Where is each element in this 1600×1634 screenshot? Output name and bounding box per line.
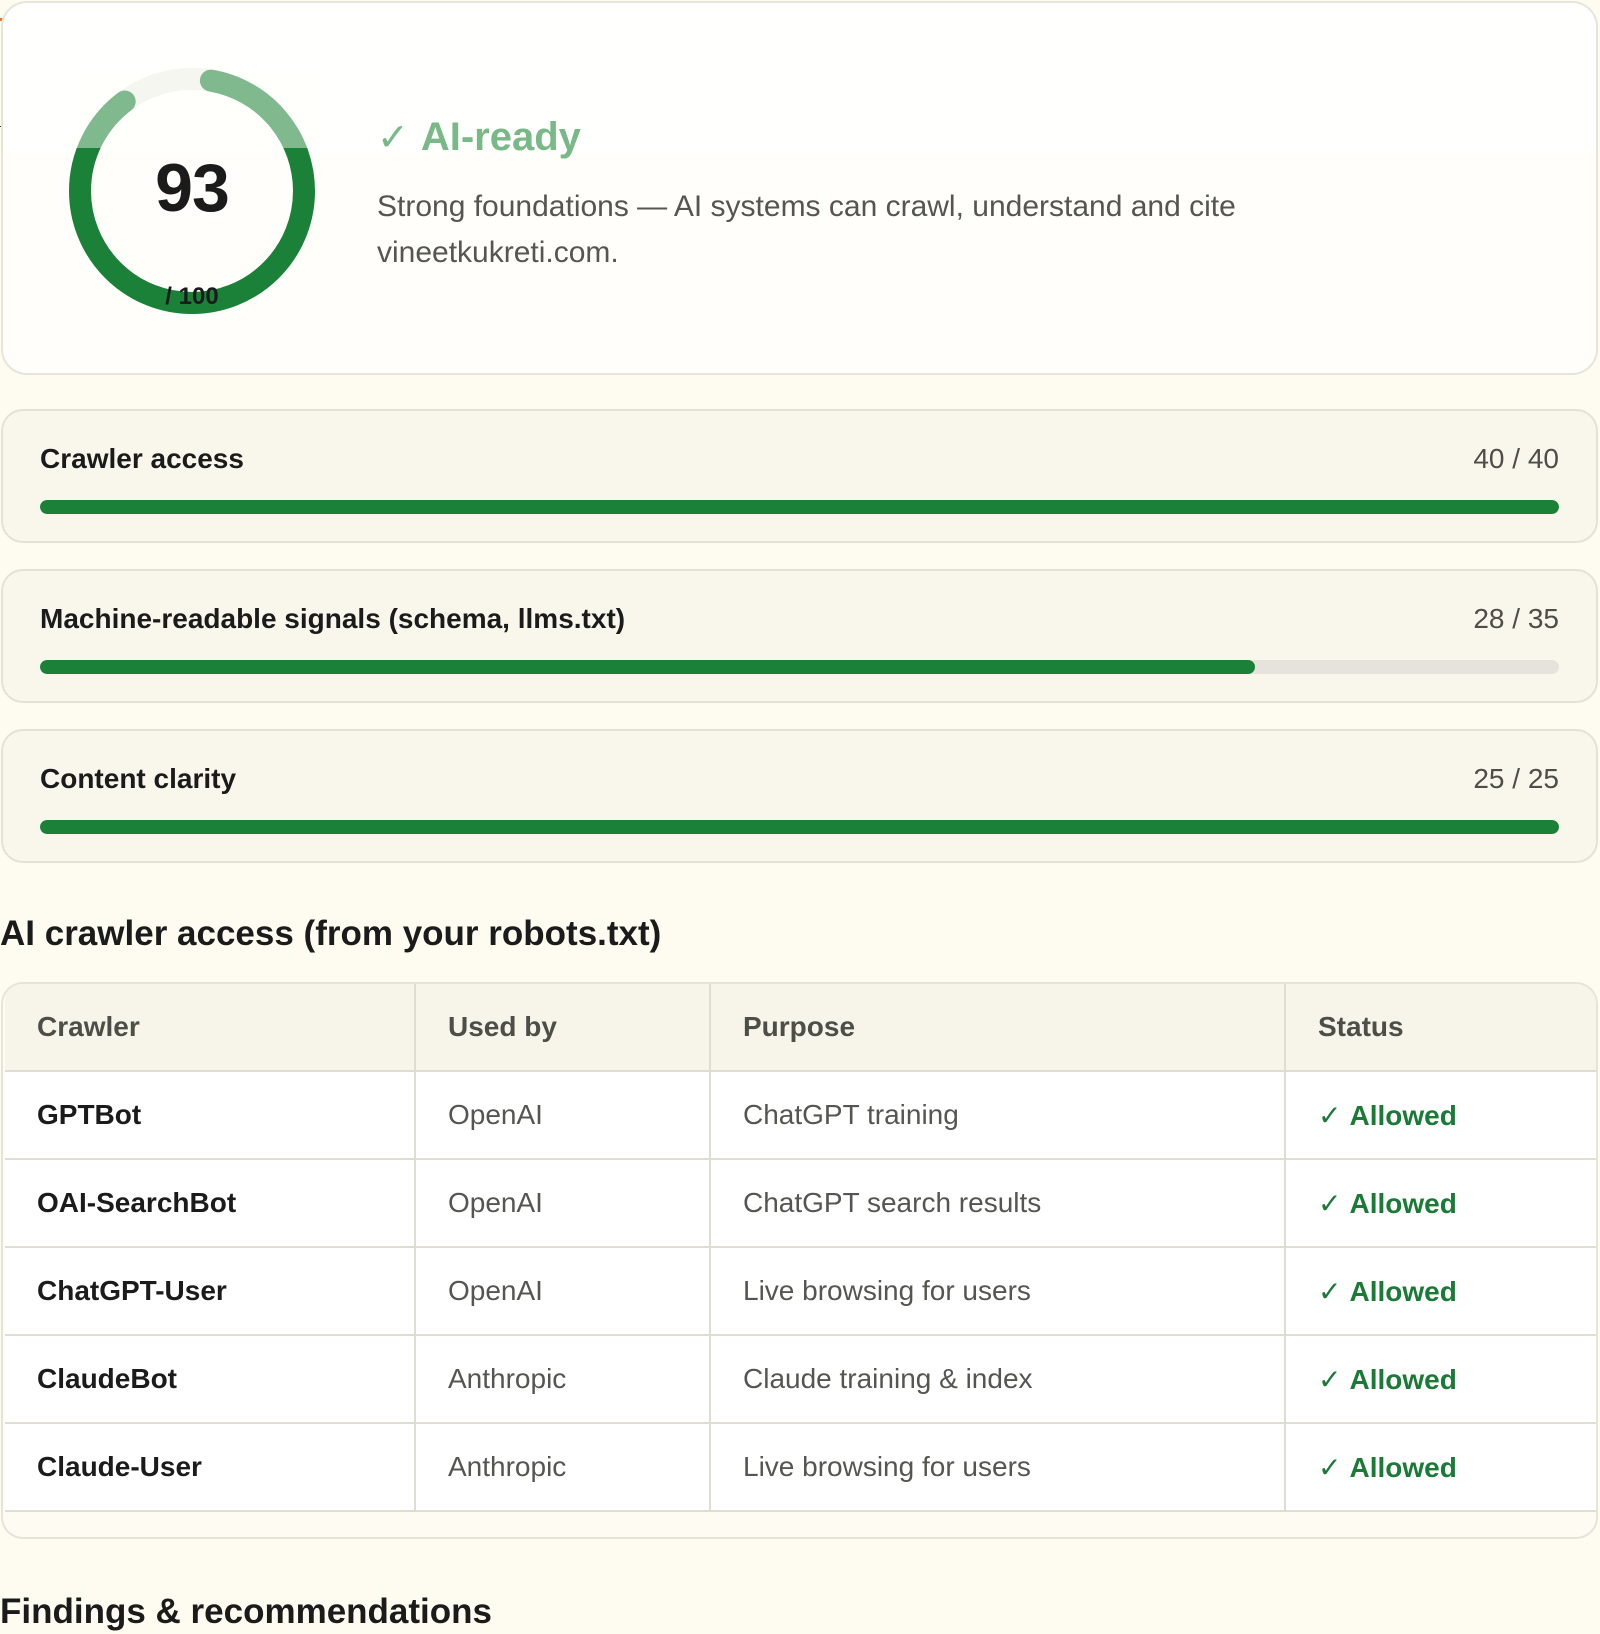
metric-progress-track <box>40 500 1559 514</box>
metric-progress-fill <box>40 820 1559 834</box>
check-icon: ✓ <box>377 116 409 159</box>
crawler-table: Crawler Used by Purpose Status GPTBot Op… <box>5 984 1596 1512</box>
metric-progress-fill <box>40 500 1559 514</box>
check-icon: ✓ <box>1318 1187 1342 1219</box>
check-icon: ✓ <box>1318 1451 1342 1483</box>
check-icon: ✓ <box>1318 1099 1342 1131</box>
check-icon: ✓ <box>1318 1363 1342 1395</box>
crawler-name: ChatGPT-User <box>5 1246 416 1336</box>
crawler-used-by: Anthropic <box>414 1334 711 1424</box>
verdict-heading: ✓ AI-ready <box>377 115 581 160</box>
findings-section-title: Findings & recommendations <box>0 1592 492 1631</box>
column-header-used-by: Used by <box>414 984 711 1072</box>
check-icon: ✓ <box>1318 1275 1342 1307</box>
table-row: Claude-User Anthropic Live browsing for … <box>5 1422 1596 1512</box>
crawler-purpose: Claude training & index <box>709 1334 1286 1424</box>
metric-card-crawler-access: Crawler access 40 / 40 <box>1 409 1598 543</box>
column-header-status: Status <box>1284 984 1596 1072</box>
table-header-row: Crawler Used by Purpose Status <box>5 984 1596 1072</box>
metric-score: 28 / 35 <box>1473 603 1559 634</box>
column-header-purpose: Purpose <box>709 984 1286 1072</box>
metric-label: Machine-readable signals (schema, llms.t… <box>40 603 626 634</box>
crawler-status: ✓ Allowed <box>1284 1158 1596 1248</box>
crawler-name: ClaudeBot <box>5 1334 416 1424</box>
metric-label: Crawler access <box>40 443 244 474</box>
metric-card-content-clarity: Content clarity 25 / 25 <box>1 729 1598 863</box>
crawler-used-by: OpenAI <box>414 1158 711 1248</box>
crawler-purpose: Live browsing for users <box>709 1246 1286 1336</box>
crawler-section-title: AI crawler access (from your robots.txt) <box>0 914 662 953</box>
crawler-purpose: Live browsing for users <box>709 1422 1286 1512</box>
crawler-used-by: OpenAI <box>414 1246 711 1336</box>
crawler-status: ✓ Allowed <box>1284 1422 1596 1512</box>
status-label: Allowed <box>1349 1187 1457 1219</box>
table-row: ClaudeBot Anthropic Claude training & in… <box>5 1334 1596 1424</box>
metric-progress-fill <box>40 660 1256 674</box>
report-page: 93 / 100 ✓ AI-ready Strong foundations —… <box>0 0 1600 1634</box>
crawler-status: ✓ Allowed <box>1284 1246 1596 1336</box>
column-header-crawler: Crawler <box>5 984 416 1072</box>
score-value: 93 <box>155 150 230 226</box>
status-label: Allowed <box>1349 1099 1457 1131</box>
crawler-purpose: ChatGPT training <box>709 1070 1286 1160</box>
status-label: Allowed <box>1349 1275 1457 1307</box>
score-max: / 100 <box>165 283 219 310</box>
crawler-used-by: OpenAI <box>414 1070 711 1160</box>
metric-progress-track <box>40 660 1559 674</box>
crawler-name: OAI-SearchBot <box>5 1158 416 1248</box>
verdict-label: AI-ready <box>420 115 581 159</box>
score-summary: Strong foundations — AI systems can craw… <box>377 190 1236 269</box>
score-ring-highlight <box>67 66 317 148</box>
crawler-status: ✓ Allowed <box>1284 1334 1596 1424</box>
score-card: 93 / 100 ✓ AI-ready Strong foundations —… <box>1 1 1598 375</box>
table-row: GPTBot OpenAI ChatGPT training ✓ Allowed <box>5 1070 1596 1160</box>
crawler-name: GPTBot <box>5 1070 416 1160</box>
metric-score: 40 / 40 <box>1473 443 1559 474</box>
crawler-name: Claude-User <box>5 1422 416 1512</box>
crawler-purpose: ChatGPT search results <box>709 1158 1286 1248</box>
crawler-used-by: Anthropic <box>414 1422 711 1512</box>
status-label: Allowed <box>1349 1451 1457 1483</box>
metric-score: 25 / 25 <box>1473 763 1559 794</box>
crawler-table-card: Crawler Used by Purpose Status GPTBot Op… <box>1 982 1598 1539</box>
score-gauge: 93 / 100 <box>67 66 317 316</box>
table-row: OAI-SearchBot OpenAI ChatGPT search resu… <box>5 1158 1596 1248</box>
status-label: Allowed <box>1349 1363 1457 1395</box>
metric-label: Content clarity <box>40 763 237 794</box>
table-row: ChatGPT-User OpenAI Live browsing for us… <box>5 1246 1596 1336</box>
metric-progress-track <box>40 820 1559 834</box>
crawler-status: ✓ Allowed <box>1284 1070 1596 1160</box>
metric-card-machine-readable: Machine-readable signals (schema, llms.t… <box>1 569 1598 703</box>
